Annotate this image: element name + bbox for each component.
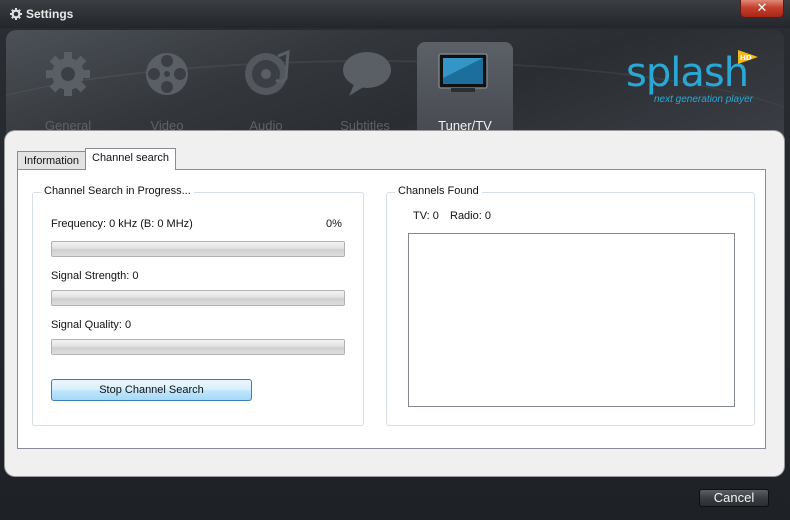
logo-word: splash <box>626 50 749 96</box>
tab-information[interactable]: Information <box>17 151 87 169</box>
title-bar: Settings ✕ <box>0 0 790 28</box>
group-legend: Channels Found <box>395 185 482 197</box>
signal-strength-bar <box>51 290 345 306</box>
tv-icon <box>438 53 488 92</box>
close-icon: ✕ <box>756 0 768 15</box>
stop-channel-search-button[interactable]: Stop Channel Search <box>51 379 252 401</box>
radio-count-label: Radio: 0 <box>450 210 491 222</box>
hd-badge-icon: HD <box>738 50 758 64</box>
category-subtitles[interactable]: Subtitles <box>317 42 413 138</box>
frequency-progress-bar <box>51 241 345 257</box>
signal-quality-label: Signal Quality: 0 <box>51 319 132 331</box>
speaker-icon <box>245 49 290 95</box>
gear-icon <box>10 8 22 20</box>
film-reel-icon <box>146 53 188 95</box>
search-progress-group: Channel Search in Progress... Frequency:… <box>32 185 364 426</box>
content-panel: Information Channel search Channel Searc… <box>5 131 784 476</box>
logo-tagline: next generation player <box>654 94 753 105</box>
channels-list[interactable] <box>408 233 735 407</box>
category-video[interactable]: Video <box>119 42 215 138</box>
tab-channel-search[interactable]: Channel search <box>85 148 177 170</box>
channel-search-page: Channel Search in Progress... Frequency:… <box>17 169 766 449</box>
gear-icon <box>46 52 90 96</box>
splash-logo: splash next generation player HD <box>626 50 776 110</box>
category-header: General Video Audio Subtitles Tuner/TV s… <box>6 30 784 140</box>
speech-bubble-icon <box>343 52 391 96</box>
category-audio[interactable]: Audio <box>218 42 314 138</box>
percent-label: 0% <box>326 218 342 230</box>
hd-badge-text: HD <box>740 54 752 62</box>
channels-found-group: Channels Found TV: 0 Radio: 0 <box>386 185 755 426</box>
close-button[interactable]: ✕ <box>740 0 784 18</box>
category-general[interactable]: General <box>20 42 116 138</box>
frequency-label: Frequency: 0 kHz (B: 0 MHz) <box>51 218 193 230</box>
group-legend: Channel Search in Progress... <box>41 185 194 197</box>
cancel-button[interactable]: Cancel <box>699 489 769 507</box>
signal-quality-bar <box>51 339 345 355</box>
signal-strength-label: Signal Strength: 0 <box>51 270 139 282</box>
window-title: Settings <box>26 7 74 21</box>
tv-count-label: TV: 0 <box>413 210 439 222</box>
settings-window: Settings ✕ General Video Audio Subtitles… <box>0 0 790 520</box>
category-tuner-tv[interactable]: Tuner/TV <box>417 42 513 138</box>
